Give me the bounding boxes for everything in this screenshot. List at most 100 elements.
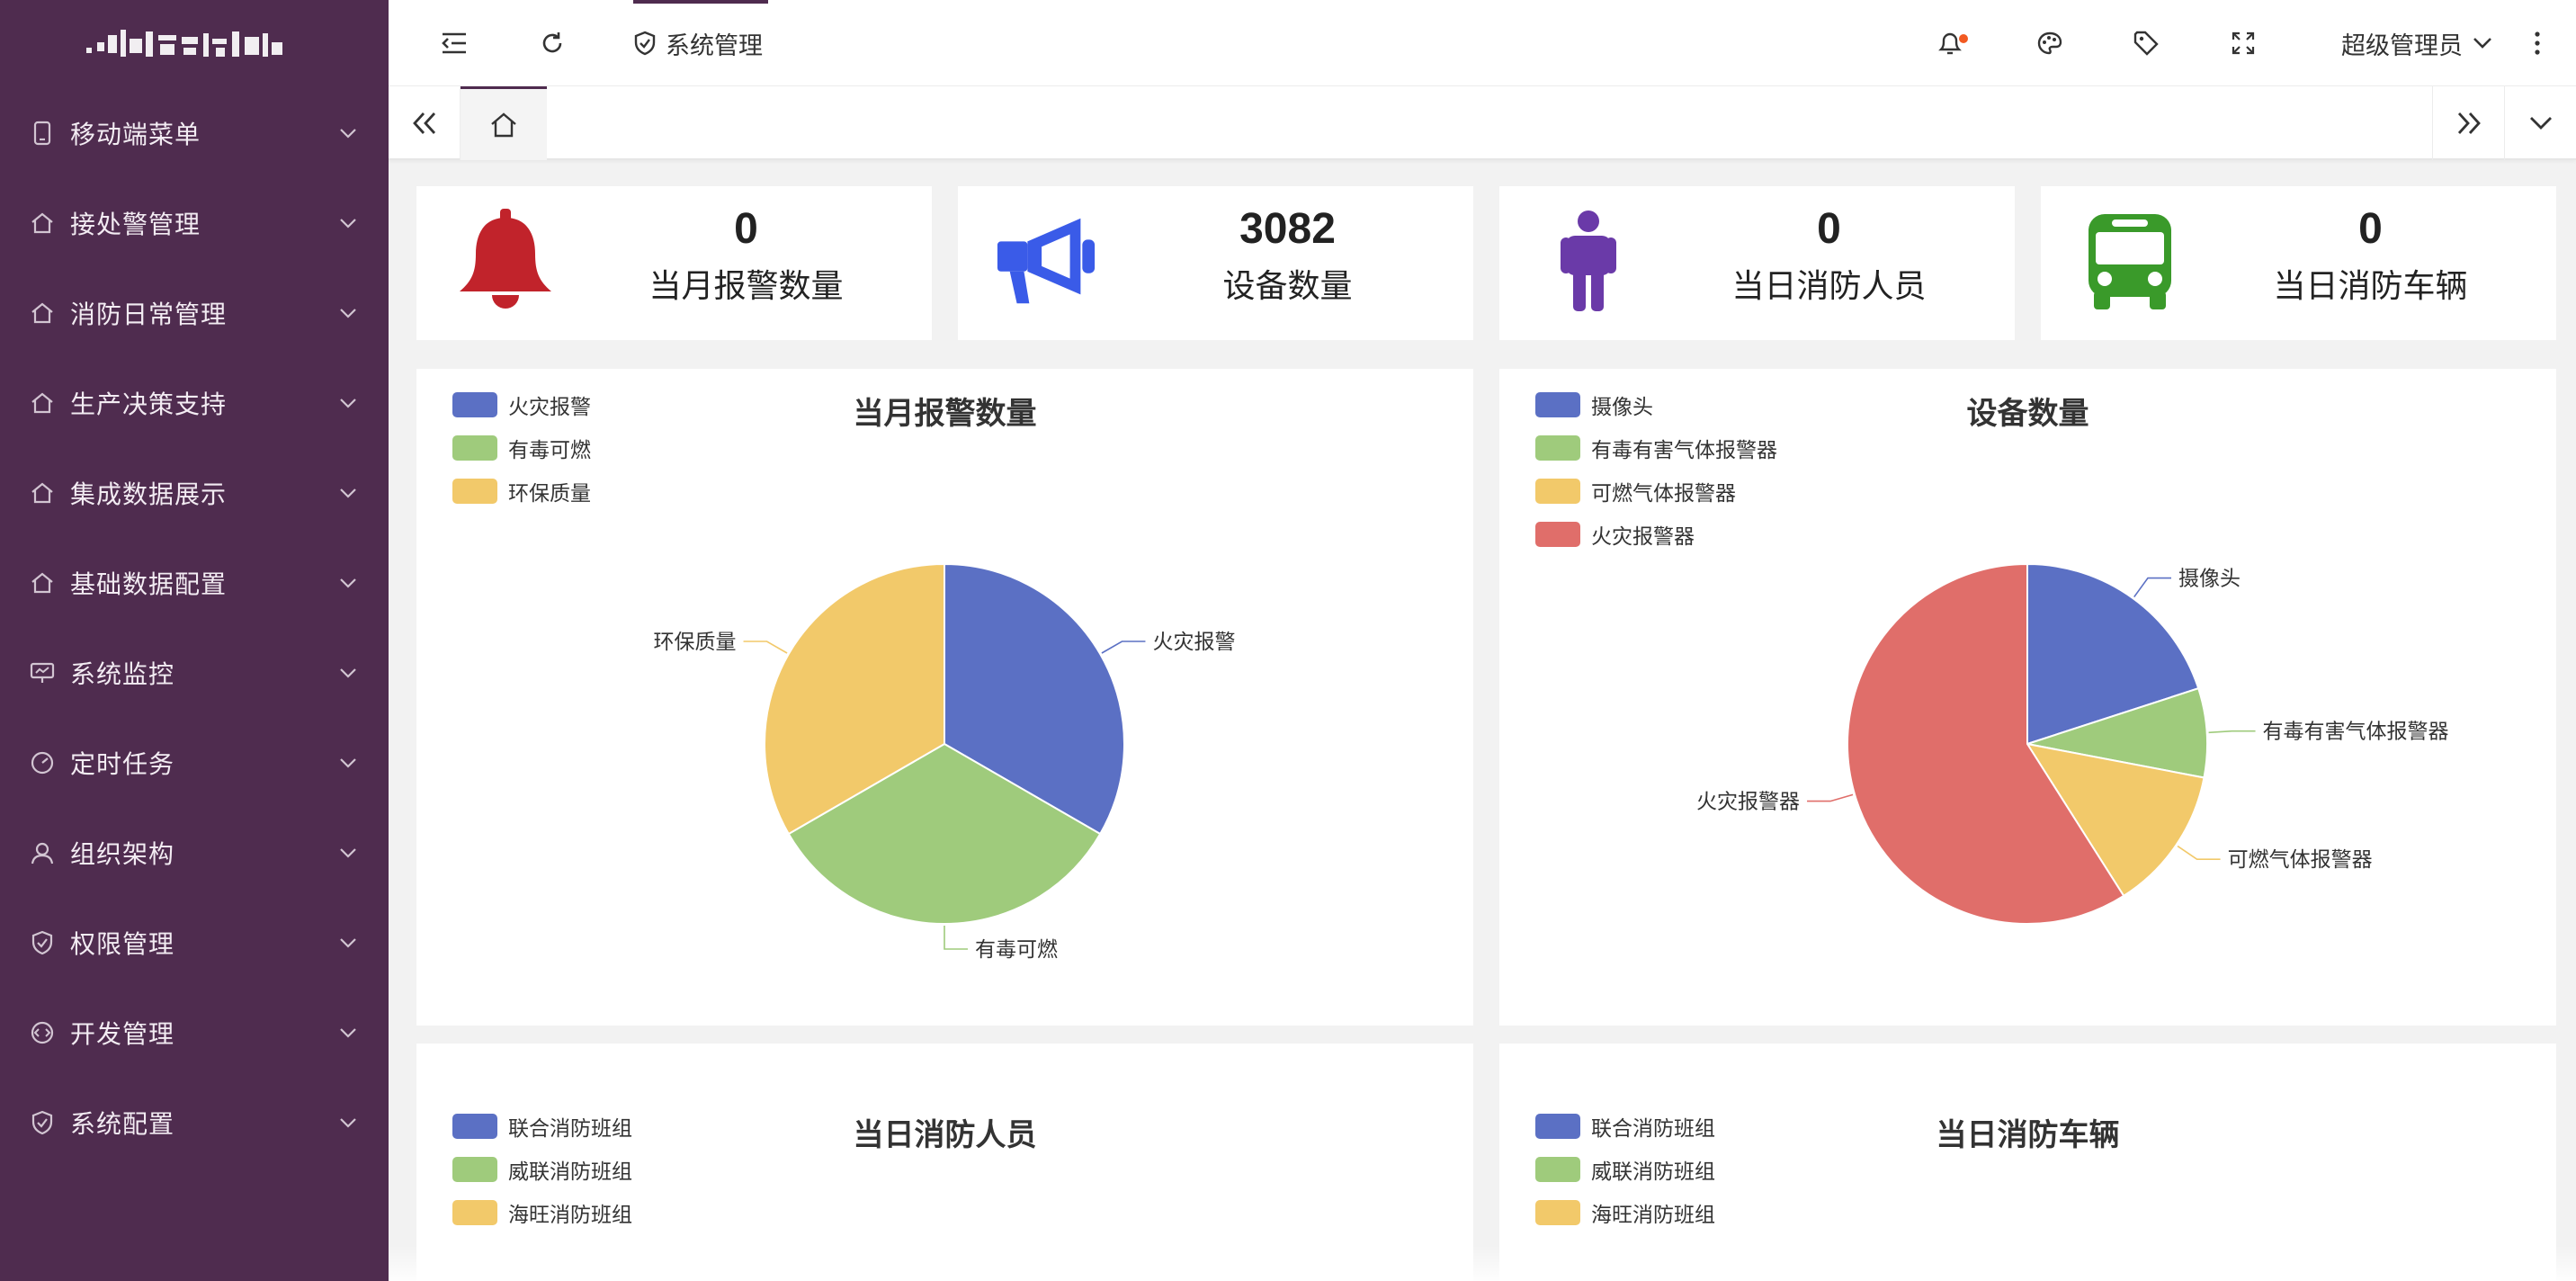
sidebar-item-label: 生产决策支持: [70, 390, 228, 419]
user-name: 超级管理员: [2341, 31, 2463, 60]
stat-label: 当月报警数量: [648, 268, 844, 305]
shield-icon: [27, 1107, 58, 1138]
tab-bar: [389, 86, 2576, 160]
person-icon: [1535, 208, 1641, 314]
slice-label: 摄像头: [2178, 568, 2241, 591]
label-leader-line: [2208, 730, 2256, 734]
scroll-right-icon[interactable]: [2432, 86, 2504, 160]
slice-label: 火灾报警器: [1696, 791, 1800, 814]
sidebar-item-label: 开发管理: [70, 1019, 175, 1049]
tab-home[interactable]: [461, 86, 547, 160]
sidebar-item-label: 定时任务: [70, 749, 175, 779]
sidebar: 移动端菜单接处警管理消防日常管理 生产决策支持 集成数据展示 基础数据配置 系统监控定时…: [0, 0, 389, 1281]
label-leader-line: [1807, 793, 1854, 802]
sidebar-item[interactable]: 移动端菜单: [0, 88, 389, 178]
legend-item[interactable]: 联合消防班组: [1535, 1105, 1715, 1148]
notification-bell-icon[interactable]: [1934, 24, 1972, 62]
home-icon: [27, 298, 58, 328]
alarm-pie-chart: 火灾报警有毒可燃 环保质量: [654, 562, 1235, 962]
bus-icon: [2077, 208, 2183, 314]
chevron-down-icon: [336, 751, 360, 775]
shield-check-icon: [633, 31, 657, 56]
staff-chart-panel: 当日消防人员 联合消防班组 威联消防班组 海旺消防班组: [416, 1044, 1473, 1281]
chevron-down-icon: [2472, 36, 2493, 50]
device-chart-panel: 设备数量 摄像头 有毒有害气体报警器 可燃气体报警器 火灾报警器 摄像头 有毒有害…: [1499, 369, 2556, 1026]
legend-item[interactable]: 海旺消防班组: [1535, 1191, 1715, 1234]
sidebar-item[interactable]: 开发管理: [0, 988, 389, 1078]
chevron-down-icon: [336, 931, 360, 954]
home-icon: [27, 208, 58, 238]
sidebar-item[interactable]: 消防日常管理: [0, 268, 389, 358]
stat-label: 当日消防人员: [1731, 268, 1927, 305]
tag-icon[interactable]: [2127, 24, 2165, 62]
slice-label: 有毒可燃: [975, 938, 1058, 962]
stat-card-vehicles: 0 当日消防车辆: [2041, 186, 2556, 340]
refresh-icon[interactable]: [533, 24, 571, 62]
label-leader-line: [743, 640, 788, 654]
stat-card-staff: 0 当日消防人员: [1499, 186, 2015, 340]
page-title-text: 系统管理: [666, 31, 763, 60]
home-icon: [27, 388, 58, 418]
sidebar-item[interactable]: 生产决策支持: [0, 358, 389, 448]
sidebar-item-label: 系统监控: [70, 659, 175, 689]
sidebar-item-label: 权限管理: [70, 929, 175, 959]
sidebar-item[interactable]: 定时任务: [0, 718, 389, 808]
stat-card-devices: 3082 设备数量: [958, 186, 1473, 340]
more-vertical-icon[interactable]: [2518, 24, 2556, 62]
slice-label: 可燃气体报警器: [2228, 848, 2373, 872]
collapse-menu-icon[interactable]: [435, 24, 473, 62]
sidebar-item[interactable]: 组织架构: [0, 808, 389, 898]
sidebar-item-label: 消防日常管理: [70, 300, 228, 329]
sidebar-item[interactable]: 权限管理: [0, 898, 389, 988]
stat-value: 0: [1817, 205, 1841, 253]
chart-legend: 联合消防班组 威联消防班组 海旺消防班组: [452, 1105, 632, 1234]
chevron-down-icon: [336, 211, 360, 235]
sidebar-item[interactable]: 系统监控: [0, 628, 389, 718]
slice-label: 火灾报警: [1152, 631, 1235, 654]
legend-item[interactable]: 联合消防班组: [452, 1105, 632, 1148]
sidebar-item-label: 接处警管理: [70, 210, 201, 239]
home-icon: [489, 112, 518, 139]
label-leader-line: [2133, 577, 2172, 598]
sidebar-item-label: 集成数据展示: [70, 479, 228, 509]
legend-item[interactable]: 威联消防班组: [452, 1148, 632, 1191]
chevron-down-icon: [336, 391, 360, 415]
stat-label: 当日消防车辆: [2273, 268, 2468, 305]
sidebar-item[interactable]: 基础数据配置: [0, 538, 389, 628]
theme-palette-icon[interactable]: [2031, 24, 2069, 62]
home-icon: [27, 478, 58, 508]
home-icon: [27, 568, 58, 598]
legend-item[interactable]: 威联消防班组: [1535, 1148, 1715, 1191]
chevron-down-icon: [336, 841, 360, 864]
chevron-down-icon: [336, 121, 360, 145]
vehicle-chart-panel: 当日消防车辆 联合消防班组 威联消防班组 海旺消防班组: [1499, 1044, 2556, 1281]
chevron-down-icon: [336, 661, 360, 685]
scroll-left-icon[interactable]: [389, 86, 461, 160]
device-pie-chart: 摄像头有毒有害气体报警器可燃气体报警器 火灾报警器: [1696, 562, 2449, 925]
sidebar-item-label: 基础数据配置: [70, 569, 228, 599]
slice-label: 有毒有害气体报警器: [2263, 721, 2449, 744]
tab-options-dropdown-icon[interactable]: [2504, 86, 2576, 160]
sidebar-item[interactable]: 接处警管理: [0, 178, 389, 268]
user-menu[interactable]: 超级管理员: [2341, 0, 2493, 86]
user-icon: [27, 838, 58, 868]
legend-item[interactable]: 海旺消防班组: [452, 1191, 632, 1234]
sidebar-item-label: 系统配置: [70, 1109, 175, 1139]
fullscreen-icon[interactable]: [2224, 24, 2262, 62]
sidebar-item[interactable]: 集成数据展示: [0, 448, 389, 538]
label-leader-line: [2177, 845, 2221, 860]
stat-card-alarms: 0 当月报警数量: [416, 186, 932, 340]
sidebar-item[interactable]: 系统配置: [0, 1078, 389, 1168]
slice-label: 环保质量: [654, 631, 737, 654]
sidebar-item-label: 移动端菜单: [70, 120, 201, 149]
megaphone-icon: [994, 208, 1100, 314]
sidebar-item-label: 组织架构: [70, 839, 175, 869]
chevron-down-icon: [336, 481, 360, 505]
bell-icon: [452, 208, 559, 314]
stat-value: 0: [2358, 205, 2383, 253]
stat-label: 设备数量: [1222, 268, 1353, 305]
code-icon: [27, 1017, 58, 1048]
logo: [0, 0, 389, 88]
alarm-chart-panel: 当月报警数量 火灾报警 有毒可燃 环保质量 火灾报警 有毒可燃 环保质量: [416, 369, 1473, 1026]
label-leader-line: [944, 926, 968, 950]
